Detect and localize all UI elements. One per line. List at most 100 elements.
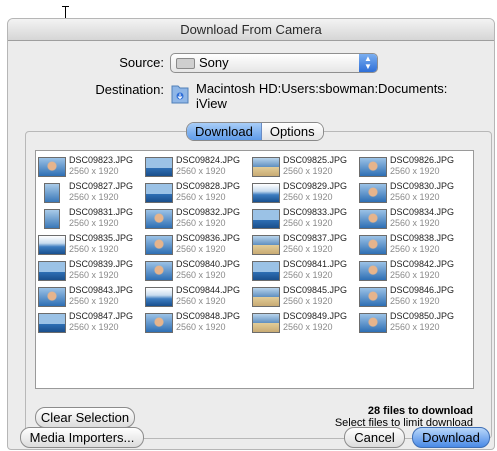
file-tile[interactable]: DSC09825.JPG 2560 x 1920 (252, 155, 356, 179)
file-tile[interactable]: DSC09848.JPG 2560 x 1920 (145, 311, 249, 335)
destination-path-line1: Macintosh HD:Users:sbowman:Documents: (196, 81, 448, 96)
photo-thumbnail (145, 183, 173, 203)
destination-path[interactable]: Macintosh HD:Users:sbowman:Documents: iV… (196, 81, 486, 111)
file-name: DSC09833.JPG (283, 207, 348, 217)
file-name: DSC09849.JPG (283, 311, 348, 321)
file-tile[interactable]: DSC09838.JPG 2560 x 1920 (359, 233, 463, 257)
file-name: DSC09824.JPG (176, 155, 241, 165)
file-dimensions: 2560 x 1920 (283, 270, 333, 280)
file-tile[interactable]: DSC09839.JPG 2560 x 1920 (38, 259, 142, 283)
file-name: DSC09825.JPG (283, 155, 348, 165)
file-tile[interactable]: DSC09846.JPG 2560 x 1920 (359, 285, 463, 309)
file-name: DSC09834.JPG (390, 207, 455, 217)
media-importers-button[interactable]: Media Importers... (20, 427, 144, 448)
photo-thumbnail (252, 261, 280, 281)
file-name: DSC09844.JPG (176, 285, 241, 295)
photo-thumbnail (359, 261, 387, 281)
file-list[interactable]: DSC09823.JPG 2560 x 1920 DSC09824.JPG 2560 … (35, 150, 474, 389)
file-dimensions: 2560 x 1920 (69, 166, 119, 176)
photo-thumbnail (252, 209, 280, 229)
file-tile[interactable]: DSC09836.JPG 2560 x 1920 (145, 233, 249, 257)
file-name: DSC09839.JPG (69, 259, 134, 269)
file-tile[interactable]: DSC09826.JPG 2560 x 1920 (359, 155, 463, 179)
file-name: DSC09828.JPG (176, 181, 241, 191)
file-name: DSC09827.JPG (69, 181, 134, 191)
file-tile[interactable]: DSC09824.JPG 2560 x 1920 (145, 155, 249, 179)
window-title: Download From Camera (180, 22, 322, 37)
file-dimensions: 2560 x 1920 (390, 270, 440, 280)
cancel-button[interactable]: Cancel (344, 427, 405, 448)
file-name: DSC09845.JPG (283, 285, 348, 295)
title-bar[interactable]: Download From Camera (8, 19, 494, 41)
file-tile[interactable]: DSC09844.JPG 2560 x 1920 (145, 285, 249, 309)
tab-download[interactable]: Download (187, 123, 262, 140)
file-tile[interactable]: DSC09847.JPG 2560 x 1920 (38, 311, 142, 335)
file-tile[interactable]: DSC09831.JPG 2560 x 1920 (38, 207, 142, 231)
file-tile[interactable]: DSC09832.JPG 2560 x 1920 (145, 207, 249, 231)
file-tile[interactable]: DSC09834.JPG 2560 x 1920 (359, 207, 463, 231)
file-tile[interactable]: DSC09843.JPG 2560 x 1920 (38, 285, 142, 309)
file-tile[interactable]: DSC09829.JPG 2560 x 1920 (252, 181, 356, 205)
file-tile[interactable]: DSC09842.JPG 2560 x 1920 (359, 259, 463, 283)
photo-thumbnail (252, 183, 280, 203)
photo-thumbnail (145, 287, 173, 307)
file-dimensions: 2560 x 1920 (283, 322, 333, 332)
source-popup[interactable]: Sony ▲ ▼ (170, 53, 378, 73)
file-dimensions: 2560 x 1920 (69, 270, 119, 280)
file-name: DSC09829.JPG (283, 181, 348, 191)
file-dimensions: 2560 x 1920 (390, 322, 440, 332)
photo-thumbnail (359, 157, 387, 177)
photo-thumbnail (359, 183, 387, 203)
file-name: DSC09850.JPG (390, 311, 455, 321)
file-tile[interactable]: DSC09841.JPG 2560 x 1920 (252, 259, 356, 283)
photo-thumbnail (38, 287, 66, 307)
file-dimensions: 2560 x 1920 (390, 166, 440, 176)
file-dimensions: 2560 x 1920 (390, 244, 440, 254)
photo-thumbnail (38, 235, 66, 255)
file-dimensions: 2560 x 1920 (283, 166, 333, 176)
file-tile[interactable]: DSC09850.JPG 2560 x 1920 (359, 311, 463, 335)
file-name: DSC09830.JPG (390, 181, 455, 191)
file-name: DSC09832.JPG (176, 207, 241, 217)
clear-selection-button[interactable]: Clear Selection (35, 407, 135, 428)
file-name: DSC09835.JPG (69, 233, 134, 243)
file-tile[interactable]: DSC09833.JPG 2560 x 1920 (252, 207, 356, 231)
file-name: DSC09836.JPG (176, 233, 241, 243)
download-dialog: Download From Camera Source: Sony ▲ ▼ Des… (7, 18, 495, 450)
photo-thumbnail (145, 261, 173, 281)
photo-thumbnail (359, 235, 387, 255)
file-dimensions: 2560 x 1920 (283, 192, 333, 202)
file-dimensions: 2560 x 1920 (283, 244, 333, 254)
photo-thumbnail (145, 313, 173, 333)
file-name: DSC09848.JPG (176, 311, 241, 321)
folder-icon[interactable] (171, 83, 189, 105)
photo-thumbnail (145, 209, 173, 229)
destination-path-line2: iView (196, 96, 227, 111)
file-tile[interactable]: DSC09827.JPG 2560 x 1920 (38, 181, 142, 205)
file-tile[interactable]: DSC09849.JPG 2560 x 1920 (252, 311, 356, 335)
file-dimensions: 2560 x 1920 (176, 218, 226, 228)
file-name: DSC09846.JPG (390, 285, 455, 295)
photo-thumbnail (359, 313, 387, 333)
file-tile[interactable]: DSC09830.JPG 2560 x 1920 (359, 181, 463, 205)
file-tile[interactable]: DSC09837.JPG 2560 x 1920 (252, 233, 356, 257)
file-tile[interactable]: DSC09835.JPG 2560 x 1920 (38, 233, 142, 257)
file-tile[interactable]: DSC09840.JPG 2560 x 1920 (145, 259, 249, 283)
download-button[interactable]: Download (412, 427, 490, 448)
photo-thumbnail (44, 183, 60, 203)
photo-thumbnail (359, 287, 387, 307)
file-name: DSC09823.JPG (69, 155, 134, 165)
file-tile[interactable]: DSC09823.JPG 2560 x 1920 (38, 155, 142, 179)
file-dimensions: 2560 x 1920 (69, 218, 119, 228)
file-dimensions: 2560 x 1920 (69, 322, 119, 332)
file-dimensions: 2560 x 1920 (390, 192, 440, 202)
destination-label: Destination: (95, 82, 164, 97)
file-name: DSC09842.JPG (390, 259, 455, 269)
file-dimensions: 2560 x 1920 (390, 218, 440, 228)
file-tile[interactable]: DSC09845.JPG 2560 x 1920 (252, 285, 356, 309)
tab-options[interactable]: Options (261, 123, 323, 140)
file-tile[interactable]: DSC09828.JPG 2560 x 1920 (145, 181, 249, 205)
file-dimensions: 2560 x 1920 (176, 296, 226, 306)
photo-thumbnail (252, 157, 280, 177)
tab-segmented-control: Download Options (186, 122, 324, 141)
